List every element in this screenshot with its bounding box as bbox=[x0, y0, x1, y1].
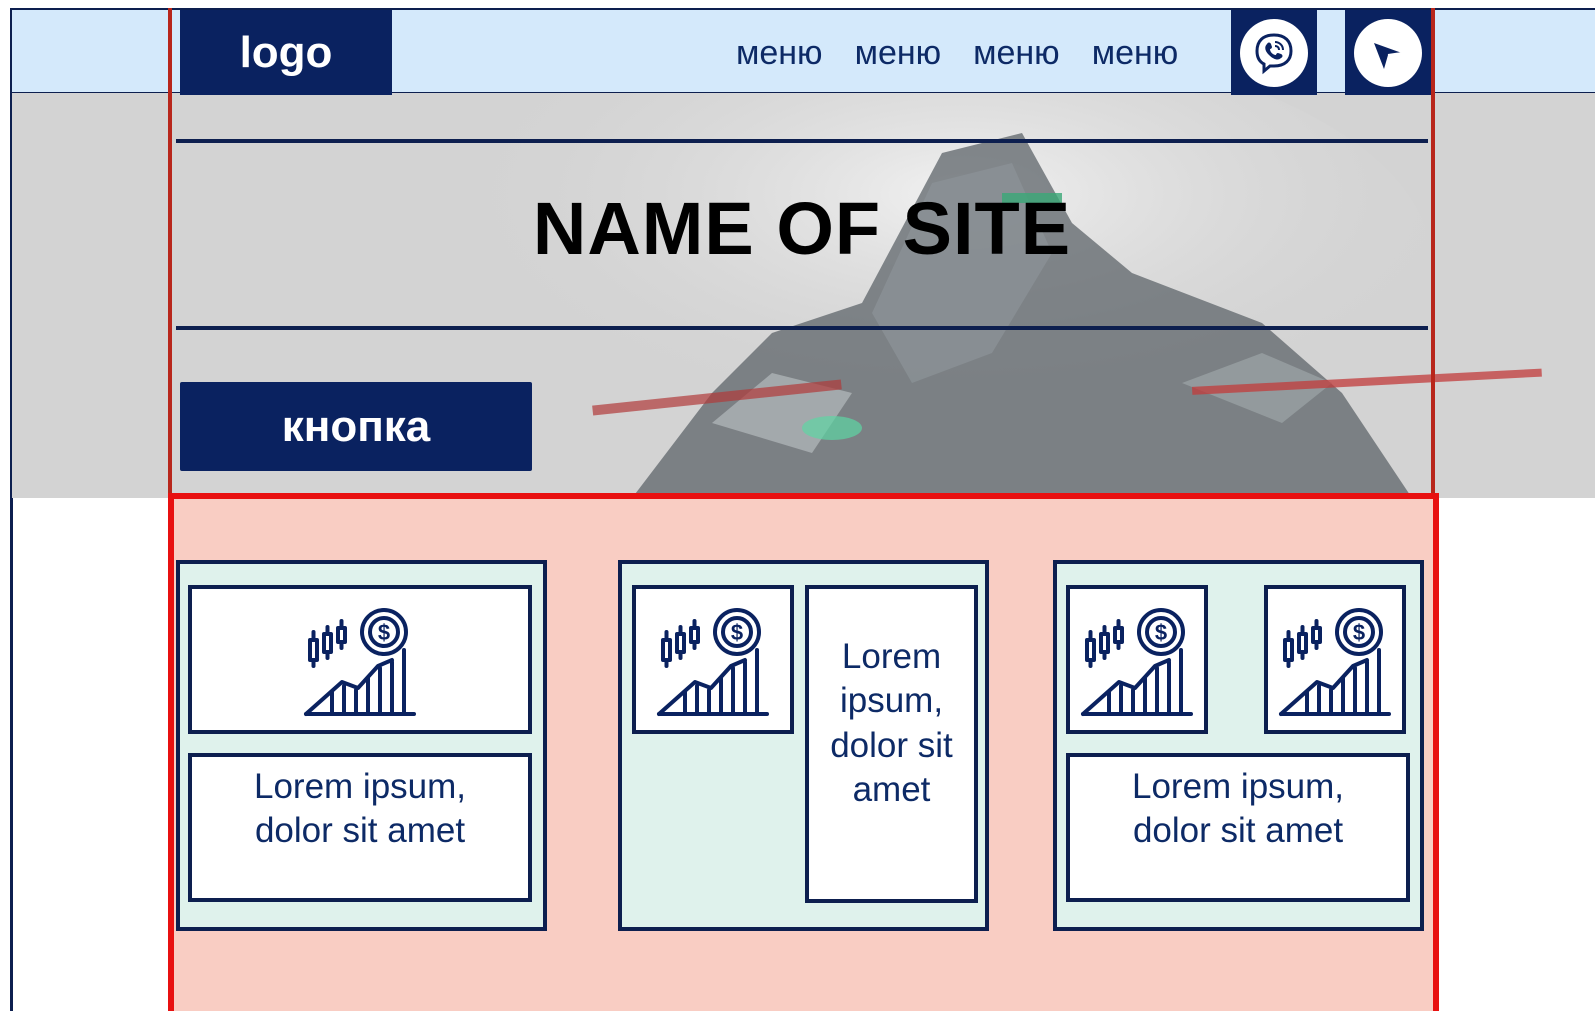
card-1-text: Lorem ipsum, dolor sit amet bbox=[253, 767, 467, 851]
svg-text:$: $ bbox=[731, 620, 743, 645]
telegram-button[interactable] bbox=[1345, 10, 1431, 95]
card-3-image-1: $ bbox=[1066, 585, 1208, 734]
finance-chart-icon: $ bbox=[1279, 607, 1391, 716]
finance-chart-icon: $ bbox=[657, 607, 769, 716]
card-2-text: Lorem ipsum, dolor sit amet bbox=[830, 637, 953, 810]
card-3-text: Lorem ipsum, dolor sit amet bbox=[1131, 767, 1345, 851]
hero-title-line-bottom bbox=[176, 326, 1428, 330]
telegram-icon bbox=[1374, 42, 1403, 69]
card-2-text-box: Lorem ipsum, dolor sit amet bbox=[805, 585, 978, 903]
card-1-text-box: Lorem ipsum, dolor sit amet bbox=[188, 753, 532, 902]
card-2: $ Lorem ipsum, dolor sit amet bbox=[618, 560, 989, 931]
card-3-image-2: $ bbox=[1264, 585, 1406, 734]
card-3: $ $ Lorem ipsum, dolor sit amet bbox=[1053, 560, 1424, 931]
card-2-image: $ bbox=[632, 585, 794, 734]
card-1-image: $ bbox=[188, 585, 532, 734]
menu-item-1[interactable]: меню bbox=[736, 34, 823, 73]
menu-item-2[interactable]: меню bbox=[855, 34, 942, 73]
finance-chart-icon: $ bbox=[1081, 607, 1193, 716]
menu-item-3[interactable]: меню bbox=[973, 34, 1060, 73]
hero-button[interactable]: кнопка bbox=[180, 382, 532, 471]
svg-text:$: $ bbox=[1353, 620, 1365, 645]
card-3-text-box: Lorem ipsum, dolor sit amet bbox=[1066, 753, 1410, 902]
svg-text:$: $ bbox=[378, 620, 390, 645]
logo[interactable]: logo bbox=[180, 10, 392, 95]
card-1: $ Lorem ipsum, dolor sit amet bbox=[176, 560, 547, 931]
menu-item-4[interactable]: меню bbox=[1092, 34, 1179, 73]
main-menu: меню меню меню меню bbox=[736, 30, 1178, 76]
hero-title-line-top bbox=[176, 139, 1428, 143]
finance-chart-icon: $ bbox=[304, 607, 416, 716]
site-title: NAME OF SITE bbox=[532, 187, 1072, 270]
svg-text:$: $ bbox=[1155, 620, 1167, 645]
viber-icon bbox=[1255, 32, 1293, 74]
viber-button[interactable] bbox=[1231, 10, 1317, 95]
